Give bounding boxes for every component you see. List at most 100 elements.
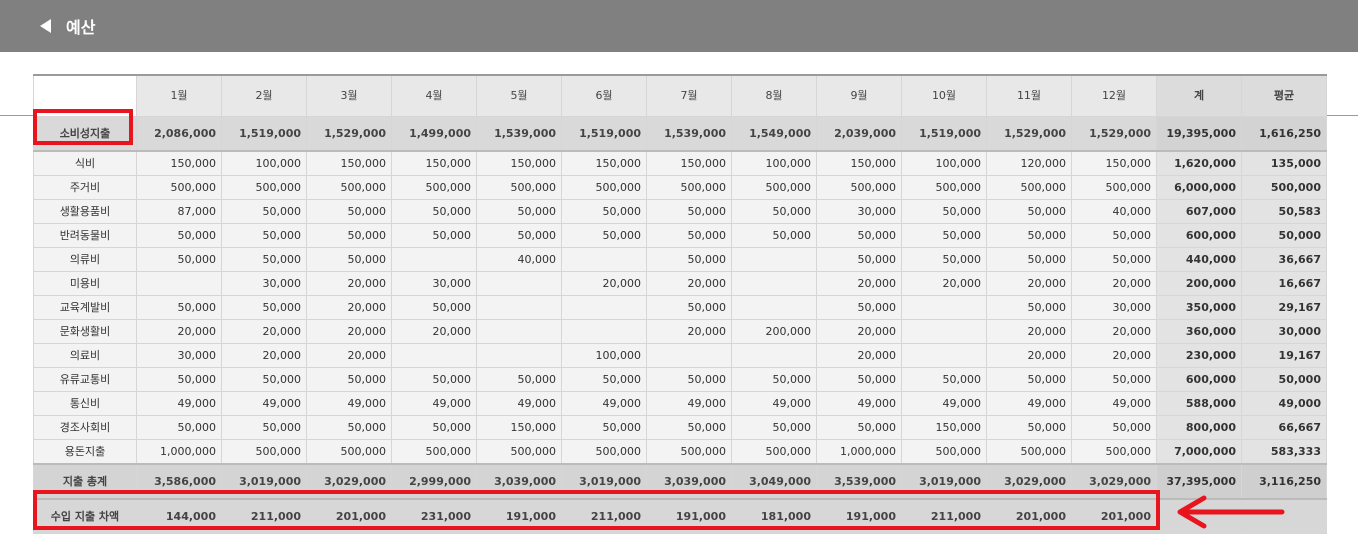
row-average-cell: 3,116,250 — [1241, 463, 1327, 500]
month-value-cell: 40,000 — [1071, 199, 1157, 224]
expense-total-row[interactable]: 지출 총계 3,586,000 3,019,000 3,029,000 2,999,00… — [33, 463, 1327, 500]
expense-row[interactable]: 반려동물비 50,000 50,000 50,000 50,000 50,000 50,00… — [33, 223, 1327, 248]
month-value-cell: 500,000 — [136, 175, 222, 200]
month-value-cell: 500,000 — [986, 439, 1072, 465]
month-value-cell: 50,000 — [986, 199, 1072, 224]
month-value-cell: 500,000 — [1071, 439, 1157, 465]
month-value-cell: 20,000 — [136, 319, 222, 344]
month-value-cell: 500,000 — [901, 175, 987, 200]
month-value-cell: 50,000 — [221, 223, 307, 248]
row-label: 용돈지출 — [33, 439, 137, 465]
month-value-cell: 2,086,000 — [136, 116, 222, 152]
row-average-cell: 36,667 — [1241, 247, 1327, 272]
month-value-cell: 50,000 — [306, 247, 392, 272]
month-value-cell: 20,000 — [306, 319, 392, 344]
month-value-cell: 50,000 — [986, 247, 1072, 272]
month-value-cell: 50,000 — [221, 415, 307, 440]
month-value-cell: 500,000 — [221, 439, 307, 465]
month-value-cell — [731, 343, 817, 368]
month-header: 2월 — [221, 74, 307, 117]
expense-row[interactable]: 주거비 500,000 500,000 500,000 500,000 500,000 50… — [33, 175, 1327, 200]
month-value-cell: 50,000 — [136, 223, 222, 248]
expense-row[interactable]: 문화생활비 20,000 20,000 20,000 20,000 20,000 200,0… — [33, 319, 1327, 344]
month-value-cell: 144,000 — [136, 498, 222, 534]
row-average-cell: 50,583 — [1241, 199, 1327, 224]
row-total-cell: 607,000 — [1156, 199, 1242, 224]
month-value-cell: 20,000 — [986, 319, 1072, 344]
expense-row[interactable]: 식비 150,000 100,000 150,000 150,000 150,000 150… — [33, 150, 1327, 176]
row-label: 미용비 — [33, 271, 137, 296]
month-value-cell: 50,000 — [561, 199, 647, 224]
month-value-cell: 50,000 — [646, 223, 732, 248]
month-value-cell: 3,539,000 — [816, 463, 902, 500]
row-average-cell: 19,167 — [1241, 343, 1327, 368]
month-value-cell: 50,000 — [731, 415, 817, 440]
row-label: 생활용품비 — [33, 199, 137, 224]
month-value-cell: 20,000 — [1071, 343, 1157, 368]
month-value-cell — [476, 343, 562, 368]
table-header-row: 1월 2월 3월 4월 5월 6월 7월 8월 9월 10월 11월 12월 계 평균 — [33, 74, 1327, 117]
month-value-cell: 2,999,000 — [391, 463, 477, 500]
month-value-cell: 49,000 — [901, 391, 987, 416]
expense-row[interactable]: 교육계발비 50,000 50,000 20,000 50,000 50,000 50,00… — [33, 295, 1327, 320]
month-value-cell: 3,019,000 — [221, 463, 307, 500]
month-value-cell: 150,000 — [1071, 150, 1157, 176]
month-value-cell: 49,000 — [561, 391, 647, 416]
month-value-cell: 50,000 — [1071, 415, 1157, 440]
row-average-cell: 49,000 — [1241, 391, 1327, 416]
month-value-cell: 50,000 — [1071, 247, 1157, 272]
month-value-cell: 49,000 — [816, 391, 902, 416]
row-average-cell: 29,167 — [1241, 295, 1327, 320]
month-value-cell — [561, 247, 647, 272]
row-total-cell: 7,000,000 — [1156, 439, 1242, 465]
row-label: 수입 지출 차액 — [33, 498, 137, 534]
month-value-cell: 50,000 — [221, 295, 307, 320]
month-value-cell: 30,000 — [391, 271, 477, 296]
month-value-cell: 1,529,000 — [986, 116, 1072, 152]
month-value-cell: 1,519,000 — [901, 116, 987, 152]
month-value-cell: 50,000 — [306, 367, 392, 392]
expense-row[interactable]: 의류비 50,000 50,000 50,000 40,000 50,000 50,000 5… — [33, 247, 1327, 272]
month-value-cell: 1,499,000 — [391, 116, 477, 152]
expense-row[interactable]: 생활용품비 87,000 50,000 50,000 50,000 50,000 50,00… — [33, 199, 1327, 224]
month-value-cell — [731, 247, 817, 272]
month-value-cell: 50,000 — [476, 223, 562, 248]
row-label: 식비 — [33, 150, 137, 176]
month-value-cell: 20,000 — [561, 271, 647, 296]
expense-row[interactable]: 용돈지출 1,000,000 500,000 500,000 500,000 500,00… — [33, 439, 1327, 465]
row-average-cell: 30,000 — [1241, 319, 1327, 344]
month-value-cell: 20,000 — [306, 271, 392, 296]
month-value-cell: 50,000 — [816, 295, 902, 320]
month-value-cell: 191,000 — [816, 498, 902, 534]
expense-row[interactable]: 경조사회비 50,000 50,000 50,000 50,000 150,000 50,0… — [33, 415, 1327, 440]
month-value-cell: 3,039,000 — [476, 463, 562, 500]
month-value-cell: 500,000 — [221, 175, 307, 200]
month-value-cell: 100,000 — [901, 150, 987, 176]
month-value-cell: 87,000 — [136, 199, 222, 224]
expense-row[interactable]: 미용비 30,000 20,000 30,000 20,000 20,000 20,000 2… — [33, 271, 1327, 296]
category-group-row[interactable]: 소비성지출 2,086,000 1,519,000 1,529,000 1,499,00… — [33, 116, 1327, 152]
month-value-cell: 50,000 — [391, 415, 477, 440]
month-value-cell — [391, 247, 477, 272]
row-total-cell: 37,395,000 — [1156, 463, 1242, 500]
month-value-cell: 50,000 — [731, 223, 817, 248]
month-value-cell: 50,000 — [901, 367, 987, 392]
month-value-cell: 500,000 — [561, 175, 647, 200]
expense-row[interactable]: 통신비 49,000 49,000 49,000 49,000 49,000 49,000 4… — [33, 391, 1327, 416]
income-expense-difference-row[interactable]: 수입 지출 차액 144,000 211,000 201,000 231,000 191,… — [33, 498, 1327, 534]
month-value-cell: 1,539,000 — [476, 116, 562, 152]
month-value-cell: 500,000 — [476, 175, 562, 200]
month-header: 11월 — [986, 74, 1072, 117]
month-value-cell: 3,019,000 — [901, 463, 987, 500]
month-value-cell: 500,000 — [391, 175, 477, 200]
month-value-cell: 50,000 — [1071, 367, 1157, 392]
month-header: 1월 — [136, 74, 222, 117]
row-average-cell: 135,000 — [1241, 150, 1327, 176]
expense-row[interactable]: 유류교통비 50,000 50,000 50,000 50,000 50,000 50,00… — [33, 367, 1327, 392]
row-total-cell: 1,620,000 — [1156, 150, 1242, 176]
month-value-cell: 20,000 — [306, 295, 392, 320]
row-label: 소비성지출 — [33, 116, 137, 152]
month-value-cell: 3,586,000 — [136, 463, 222, 500]
back-arrow-icon[interactable] — [40, 19, 51, 33]
expense-row[interactable]: 의료비 30,000 20,000 20,000 100,000 20,000 20,000… — [33, 343, 1327, 368]
